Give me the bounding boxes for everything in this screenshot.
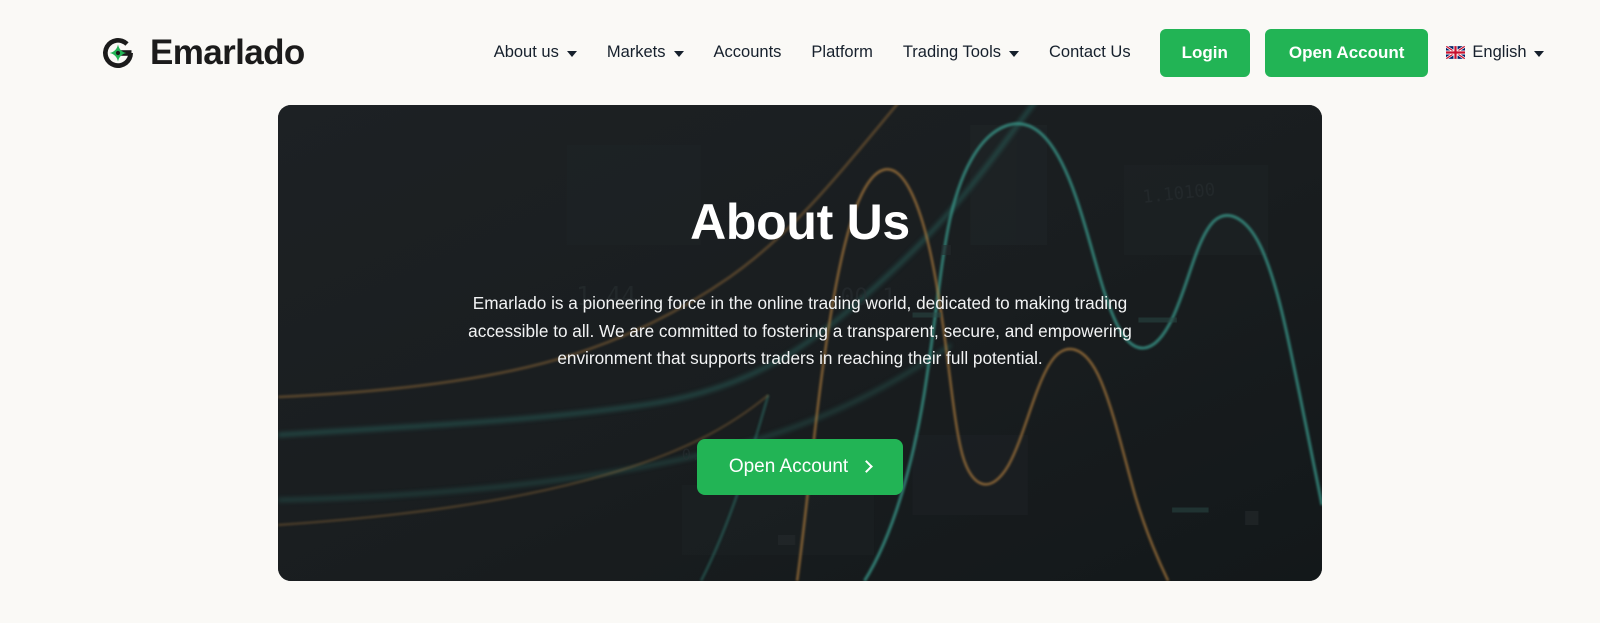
brand-logo[interactable]: Emarlado: [96, 31, 305, 75]
emarlado-logo-icon: [96, 31, 140, 75]
nav-item-about-us[interactable]: About us: [479, 31, 592, 75]
login-button[interactable]: Login: [1159, 28, 1250, 77]
header-actions: Login Open Account: [1159, 28, 1429, 77]
chevron-down-icon: [673, 50, 684, 57]
hero-section-wrapper: 1.44 00.1 1.10100 110.1101 00.100 0.1001…: [0, 105, 1600, 581]
chevron-down-icon: [1008, 50, 1019, 57]
nav-label: Platform: [811, 43, 873, 61]
nav-item-accounts[interactable]: Accounts: [699, 31, 797, 75]
nav-label: Trading Tools: [902, 43, 1001, 61]
site-header: Emarlado About us Markets Accounts Platf…: [0, 0, 1600, 105]
brand-name: Emarlado: [150, 33, 305, 72]
nav-label: Accounts: [713, 43, 782, 61]
chevron-right-icon: [860, 460, 874, 473]
page-title: About Us: [690, 194, 910, 250]
hero-paragraph: Emarlado is a pioneering force in the on…: [468, 293, 1132, 368]
nav-label: Markets: [606, 43, 666, 61]
hero-panel: 1.44 00.1 1.10100 110.1101 00.100 0.1001…: [278, 105, 1322, 581]
nav-item-trading-tools[interactable]: Trading Tools: [888, 31, 1034, 75]
hero-content: About Us Emarlado is a pioneering force …: [278, 105, 1322, 581]
uk-flag-icon: [1446, 46, 1466, 59]
language-selector[interactable]: English: [1446, 43, 1544, 62]
hero-open-account-button[interactable]: Open Account: [696, 438, 904, 495]
hero-cta-label: Open Account: [728, 455, 849, 477]
chevron-down-icon: [566, 50, 577, 57]
language-label: English: [1472, 43, 1527, 61]
nav-label: Contact Us: [1048, 43, 1131, 61]
nav-label: About us: [493, 43, 559, 61]
main-navigation: About us Markets Accounts Platform Tradi…: [479, 31, 1146, 75]
nav-item-platform[interactable]: Platform: [796, 31, 887, 75]
nav-item-contact-us[interactable]: Contact Us: [1034, 31, 1146, 75]
open-account-button[interactable]: Open Account: [1264, 28, 1429, 77]
chevron-down-icon: [1533, 50, 1544, 57]
nav-item-markets[interactable]: Markets: [592, 31, 699, 75]
